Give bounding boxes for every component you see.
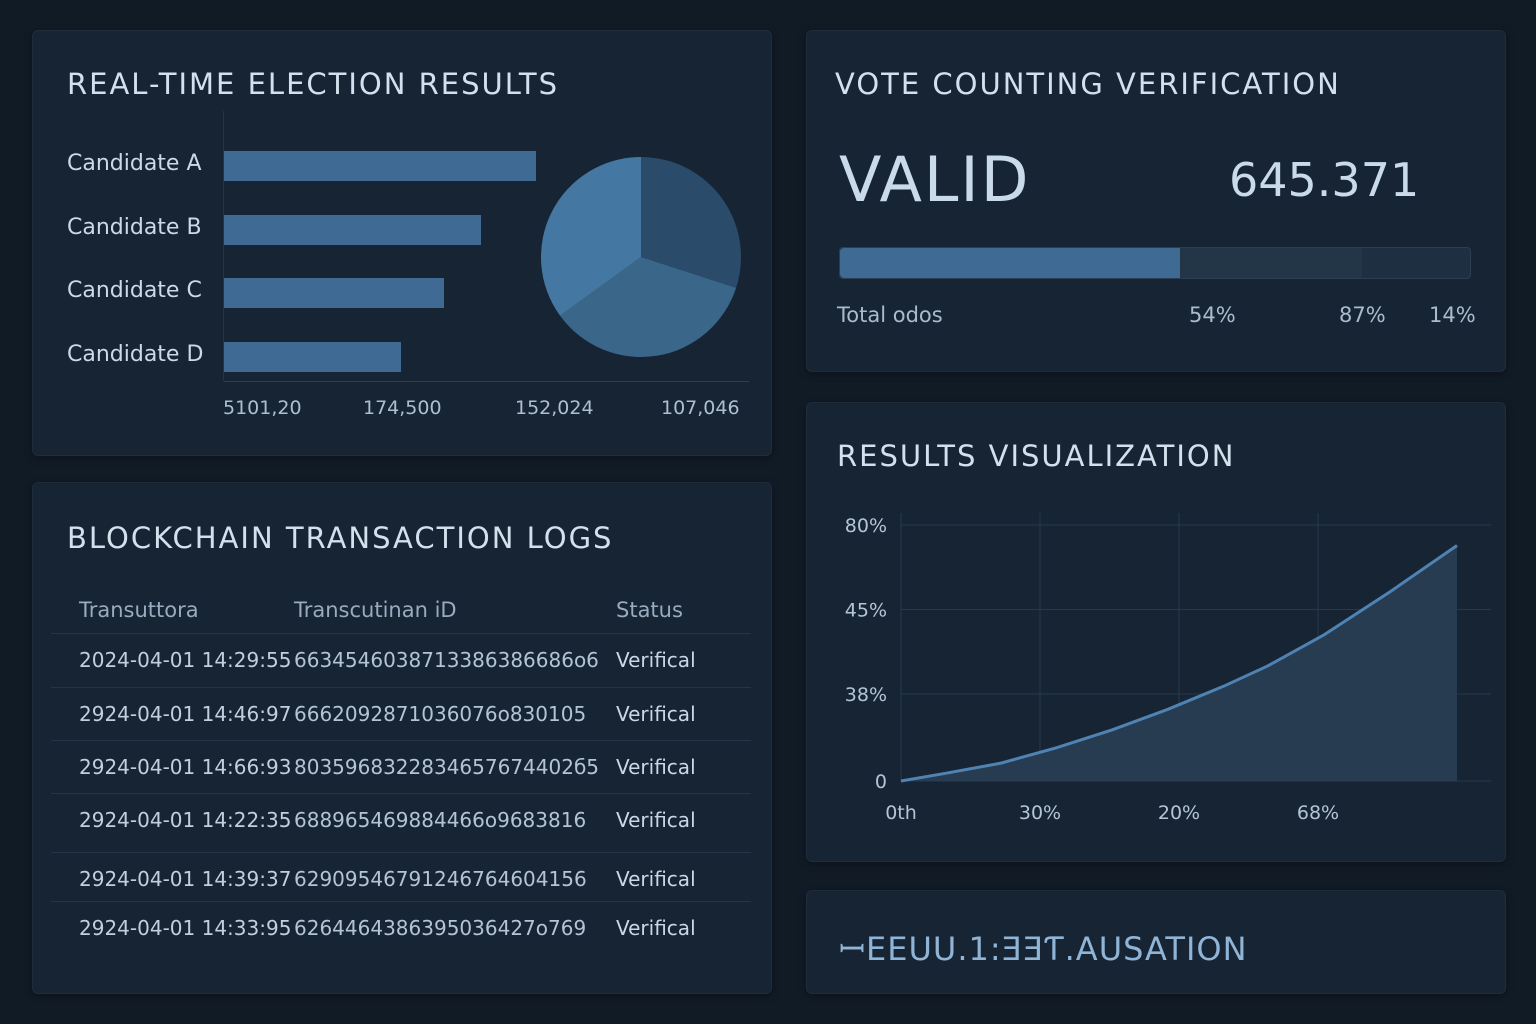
transaction-id-cell: 6662092871036076o830105	[294, 702, 587, 726]
bar-chart-x-axis	[224, 381, 749, 382]
transaction-id-cell: 62909546791246764604156	[294, 867, 587, 891]
election-results-title: REAL-TIME ELECTION RESULTS	[67, 67, 560, 101]
status-cell: Verifical	[616, 808, 696, 832]
transaction-id-cell: 688965469884466o9683816	[294, 808, 587, 832]
column-header-status[interactable]: Status	[616, 598, 683, 622]
results-visualization-panel: RESULTS VISUALIZATION 80% 45% 38% 0 0th 30% 20…	[806, 402, 1506, 862]
candidate-label: Candidate C	[67, 278, 202, 303]
column-header-transaction[interactable]: Transuttora	[79, 598, 199, 622]
candidate-label: Candidate B	[67, 215, 202, 240]
x-tick-label: 30%	[1019, 802, 1061, 824]
transaction-id-cell: 6634546038713386386686o6	[294, 648, 599, 672]
footer-panel: ꟷEEUU.1:ƎƎƬ.AUSATION	[806, 890, 1506, 994]
verified-vote-count: 645.371	[1229, 153, 1420, 207]
table-row[interactable]: 2924-04-01 14:33:95 6264464386395036427o…	[51, 901, 751, 955]
table-row[interactable]: 2924-04-01 14:46:97 6662092871036076o830…	[51, 687, 751, 741]
candidate-label: Candidate D	[67, 342, 204, 367]
x-tick-label: 68%	[1297, 802, 1339, 824]
candidate-a-bar[interactable]	[224, 151, 536, 181]
x-tick-label: 152,024	[515, 397, 594, 419]
status-cell: Verifical	[616, 916, 696, 940]
candidate-label: Candidate A	[67, 151, 202, 176]
y-tick-label: 45%	[845, 599, 887, 621]
candidate-d-bar[interactable]	[224, 342, 402, 372]
x-tick-label: 20%	[1158, 802, 1200, 824]
verification-title: VOTE COUNTING VERIFICATION	[835, 67, 1341, 101]
table-row[interactable]: 2924-04-01 14:39:37 62909546791246764604…	[51, 852, 751, 906]
progress-segment	[1180, 248, 1362, 278]
status-cell: Verifical	[616, 702, 696, 726]
x-tick-label: 107,046	[661, 397, 740, 419]
y-tick-label: 80%	[845, 515, 887, 537]
percent-label: 14%	[1429, 303, 1476, 327]
timestamp-cell: 2924-04-01 14:46:97	[79, 702, 292, 726]
timestamp-cell: 2924-04-01 14:66:93	[79, 755, 292, 779]
vote-share-pie-chart[interactable]	[538, 154, 744, 360]
table-row[interactable]: 2924-04-01 14:66:93 80359683228346576744…	[51, 740, 751, 794]
y-tick-label: 0	[875, 771, 887, 793]
verification-status: VALID	[839, 143, 1031, 216]
candidate-b-bar[interactable]	[224, 215, 481, 245]
timestamp-cell: 2024-04-01 14:29:55	[79, 648, 292, 672]
x-tick-label: 0th	[885, 802, 917, 824]
status-cell: Verifical	[616, 755, 696, 779]
timestamp-cell: 2924-04-01 14:33:95	[79, 916, 292, 940]
timestamp-cell: 2924-04-01 14:39:37	[79, 867, 292, 891]
transaction-logs-title: BLOCKCHAIN TRANSACTION LOGS	[67, 521, 614, 555]
table-row[interactable]: 2924-04-01 14:22:35 688965469884466o9683…	[51, 793, 751, 847]
transaction-logs-panel: BLOCKCHAIN TRANSACTION LOGS Transuttora …	[32, 482, 772, 994]
vote-verification-panel: VOTE COUNTING VERIFICATION VALID 645.371…	[806, 30, 1506, 372]
y-tick-label: 38%	[845, 684, 887, 706]
status-cell: Verifical	[616, 648, 696, 672]
status-cell: Verifical	[616, 867, 696, 891]
x-tick-label: 174,500	[363, 397, 442, 419]
timestamp-cell: 2924-04-01 14:22:35	[79, 808, 292, 832]
results-area-chart[interactable]: 80% 45% 38% 0 0th 30% 20% 68%	[807, 403, 1505, 861]
transaction-id-cell: 8035968322834657674402б5	[294, 755, 599, 779]
footer-caption: ꟷEEUU.1:ƎƎƬ.AUSATION	[839, 930, 1248, 968]
verification-progress-bar	[839, 247, 1471, 279]
percent-label: 54%	[1189, 303, 1236, 327]
x-tick-label: 5101,20	[223, 397, 302, 419]
column-header-transaction-id[interactable]: Transcutinan iD	[294, 598, 457, 622]
election-results-panel: REAL-TIME ELECTION RESULTS Candidate A C…	[32, 30, 772, 456]
total-votes-label: Total odos	[837, 303, 943, 327]
percent-label: 87%	[1339, 303, 1386, 327]
transaction-id-cell: 6264464386395036427o769	[294, 916, 587, 940]
candidate-c-bar[interactable]	[224, 278, 445, 308]
table-row[interactable]: 2024-04-01 14:29:55 66345460387133863866…	[51, 633, 751, 687]
progress-fill	[840, 248, 1181, 278]
